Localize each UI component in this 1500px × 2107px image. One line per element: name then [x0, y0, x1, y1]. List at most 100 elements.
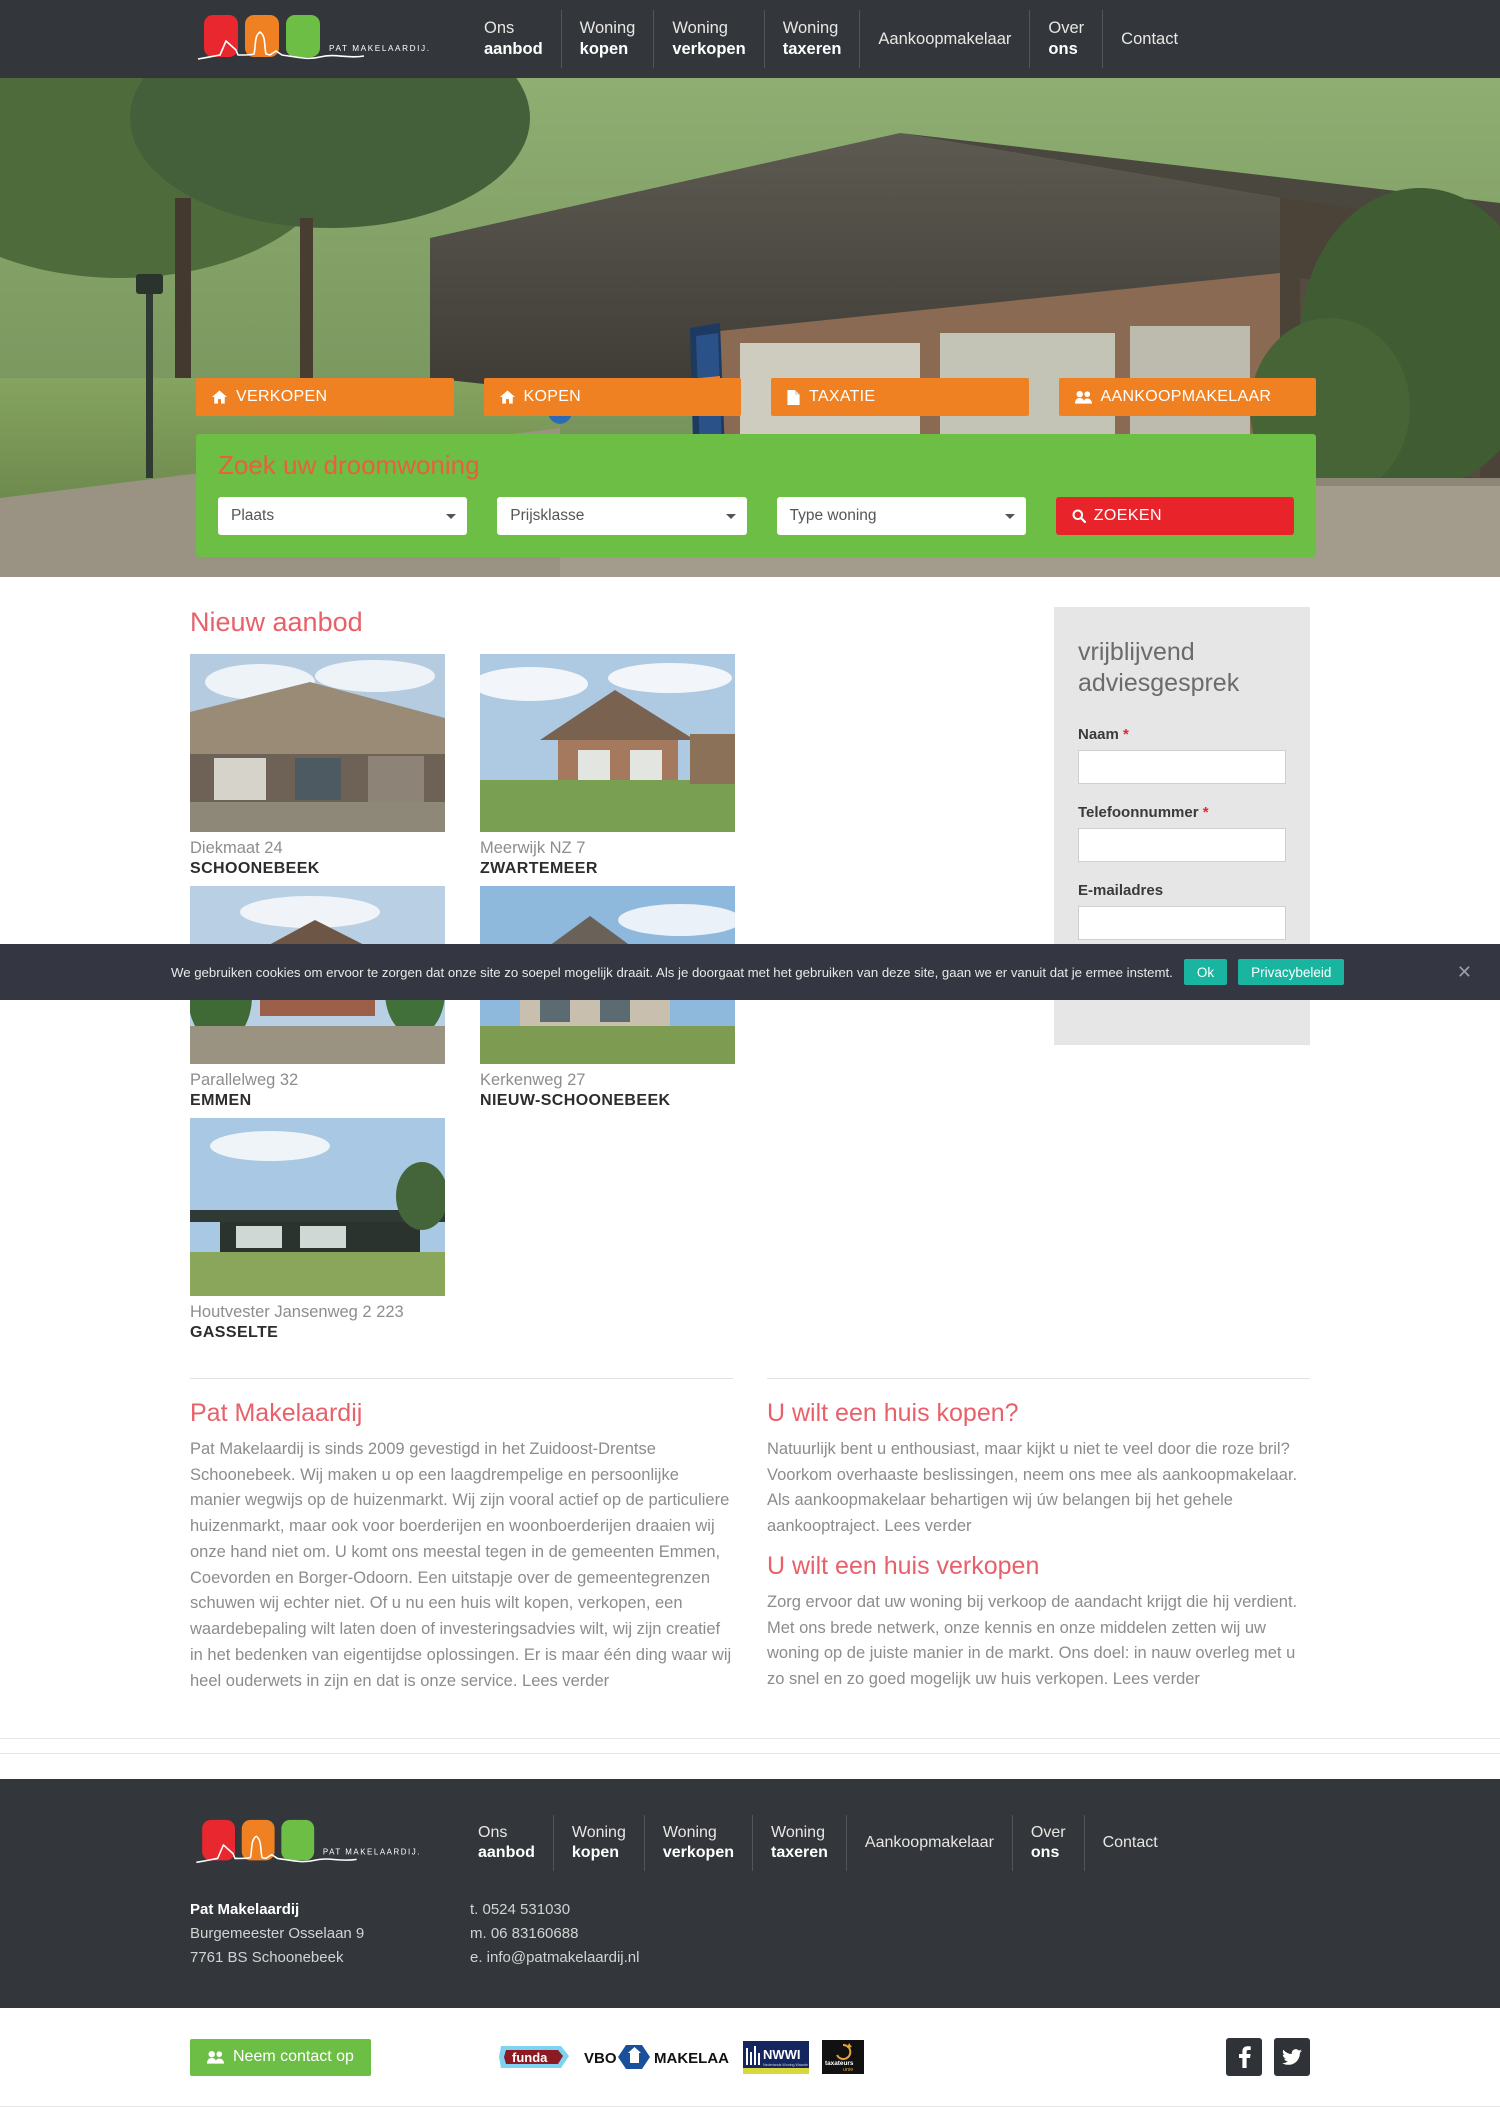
svg-text:VBO: VBO: [584, 2050, 617, 2067]
facebook-link[interactable]: [1226, 2038, 1262, 2077]
listing-city: NIEUW-SCHOONEBEEK: [480, 1092, 671, 1109]
telefoonnummer-field[interactable]: [1078, 827, 1286, 862]
footer-address-line2: 7761 BS Schoonebeek: [190, 1949, 344, 1967]
users-icon: [207, 2051, 224, 2064]
footer-phone[interactable]: t. 0524 531030: [470, 1898, 639, 1922]
site-logo[interactable]: PAT MAKELAARDIJ.: [196, 10, 454, 68]
nav-item-over-ons[interactable]: Over ons: [1029, 10, 1102, 68]
nav-item-woning-kopen[interactable]: Woning kopen: [560, 10, 654, 68]
form-title: vrijblijvend adviesgesprek: [1078, 638, 1240, 698]
footer-mobile[interactable]: m. 06 83160688: [470, 1922, 639, 1946]
cookie-policy-button[interactable]: Privacybeleid: [1238, 959, 1345, 985]
nav-line1: Woning: [782, 19, 839, 38]
nav-line1: Woning: [662, 1824, 717, 1842]
nav-item-ons-aanbod[interactable]: Ons aanbod: [466, 10, 561, 68]
nav-item-woning-taxeren[interactable]: Woning taxeren: [763, 10, 860, 68]
select-plaats[interactable]: Plaats: [218, 497, 468, 535]
nav-line2: kopen: [571, 1844, 620, 1862]
divider: [0, 1753, 1500, 1755]
svg-text:NWWI: NWWI: [763, 2047, 801, 2062]
required-marker: *: [1202, 803, 1209, 821]
footer-address: Pat Makelaardij Burgemeester Osselaan 9 …: [190, 1898, 448, 1970]
nav-item-woning-verkopen[interactable]: Woning verkopen: [653, 10, 763, 68]
vbo-makelaar-logo[interactable]: VBO MAKELAAR: [584, 2042, 730, 2072]
page-root: PAT MAKELAARDIJ. Ons aanbod Woning kopen…: [0, 0, 1500, 2107]
search-submit-button[interactable]: ZOEKEN: [1055, 497, 1294, 535]
cookie-message: We gebruiken cookies om ervoor te zorgen…: [171, 964, 1173, 980]
select-prijsklasse[interactable]: Prijsklasse: [497, 497, 747, 535]
list-item[interactable]: Meerwijk NZ 7 ZWARTEMEER: [480, 654, 735, 878]
footer-logo[interactable]: PAT MAKELAARDIJ.: [190, 1815, 448, 1876]
home-icon: [499, 390, 515, 404]
listing-thumbnail: [480, 654, 735, 832]
field-label-text: E-mailadres: [1078, 881, 1164, 899]
nav-line2: ons: [1030, 1844, 1060, 1862]
close-icon[interactable]: ✕: [1457, 962, 1478, 983]
users-icon: [1074, 390, 1092, 404]
select-type-woning[interactable]: Type woning: [776, 497, 1026, 535]
footer-nav-item-woning-verkopen[interactable]: Woning verkopen: [643, 1815, 752, 1872]
text-block-kopen-verkopen: U wilt een huis kopen? Natuurlijk bent u…: [767, 1378, 1310, 1696]
twitter-link[interactable]: [1274, 2038, 1310, 2077]
text-block-body: Pat Makelaardij is sinds 2009 gevestigd …: [190, 1440, 732, 1690]
social-links: [1226, 2038, 1310, 2077]
footer-nav-item-over-ons[interactable]: Over ons: [1011, 1815, 1084, 1872]
select-plaats-value: Plaats: [231, 507, 275, 524]
listing-street: Kerkenweg 27: [480, 1071, 586, 1089]
quick-action-taxatie[interactable]: TAXATIE: [771, 378, 1029, 416]
nav-item-contact[interactable]: Contact: [1102, 10, 1196, 68]
nav-line1: Woning: [579, 19, 636, 38]
quick-action-verkopen[interactable]: VERKOPEN: [196, 378, 454, 416]
property-photo: [190, 654, 445, 832]
select-prijsklasse-value: Prijsklasse: [510, 507, 585, 524]
listing-street: Meerwijk NZ 7: [480, 839, 586, 857]
hero-content: VERKOPEN KOPEN TAXATIE AANKOOPMAKELAAR Z…: [196, 378, 1316, 557]
quick-action-label: KOPEN: [523, 388, 582, 405]
quick-action-kopen[interactable]: KOPEN: [483, 378, 741, 416]
text-block-body: Zorg ervoor dat uw woning bij verkoop de…: [767, 1592, 1298, 1689]
nav-line1: Woning: [571, 1824, 626, 1842]
listing-street: Parallelweg 32: [190, 1071, 299, 1089]
footer-nav-item-ons-aanbod[interactable]: Ons aanbod: [460, 1815, 553, 1871]
list-item[interactable]: Diekmaat 24 SCHOONEBEEK: [190, 654, 445, 878]
field-label-naam: Naam *: [1078, 726, 1286, 743]
nav-line1: Aankoopmakelaar: [878, 29, 1012, 48]
nav-item-aankoopmakelaar[interactable]: Aankoopmakelaar: [859, 10, 1029, 68]
funda-logo[interactable]: funda: [498, 2040, 571, 2074]
footer-nav-item-woning-kopen[interactable]: Woning kopen: [552, 1815, 644, 1872]
text-block-body: Natuurlijk bent u enthousiast, maar kijk…: [767, 1440, 1298, 1536]
chevron-down-icon: [1004, 514, 1015, 519]
naam-field[interactable]: [1078, 749, 1286, 784]
nav-line1: Woning: [672, 19, 728, 38]
site-header: PAT MAKELAARDIJ. Ons aanbod Woning kopen…: [0, 0, 1500, 78]
cookie-consent-bar: We gebruiken cookies om ervoor te zorgen…: [0, 944, 1500, 1000]
property-photo: [190, 1118, 445, 1296]
nwwi-logo[interactable]: NWWI Nederlands Woning Waarde Instituut: [742, 2040, 809, 2074]
nav-line1: Over: [1030, 1824, 1066, 1842]
quick-action-aankoopmakelaar[interactable]: AANKOOPMAKELAAR: [1058, 378, 1316, 416]
twitter-icon: [1282, 2049, 1302, 2065]
nav-line1: Aankoopmakelaar: [864, 1834, 994, 1852]
quick-action-label: AANKOOPMAKELAAR: [1100, 388, 1272, 405]
chevron-down-icon: [446, 514, 457, 519]
footer-nav-item-contact[interactable]: Contact: [1083, 1815, 1176, 1872]
search-icon: [1072, 509, 1086, 523]
logo-mark: PAT MAKELAARDIJ.: [197, 15, 429, 60]
footer-email[interactable]: e. info@patmakelaardij.nl: [470, 1946, 639, 1970]
email-field[interactable]: [1078, 905, 1286, 940]
search-panel-title: Zoek uw droomwoning: [218, 450, 480, 480]
footer-nav-item-woning-taxeren[interactable]: Woning taxeren: [752, 1815, 846, 1872]
nav-line2: taxeren: [782, 40, 842, 58]
divider: [0, 1738, 1500, 1740]
list-item[interactable]: Houtvester Jansenweg 2 223 GASSELTE: [190, 1118, 445, 1342]
footer-nav-item-aankoopmakelaar[interactable]: Aankoopmakelaar: [845, 1815, 1012, 1872]
contact-cta-button[interactable]: Neem contact op: [190, 2038, 371, 2076]
nav-line1: Woning: [771, 1824, 825, 1842]
taxateurs-unie-logo[interactable]: taxateurs unie: [821, 2040, 864, 2075]
text-block-title: U wilt een huis kopen?: [767, 1399, 1019, 1427]
quick-action-label: TAXATIE: [809, 388, 876, 405]
cookie-ok-button[interactable]: Ok: [1183, 959, 1228, 985]
text-block-title: Pat Makelaardij: [190, 1399, 363, 1427]
facebook-icon: [1238, 2046, 1251, 2069]
quick-actions: VERKOPEN KOPEN TAXATIE AANKOOPMAKELAAR: [196, 378, 1316, 416]
